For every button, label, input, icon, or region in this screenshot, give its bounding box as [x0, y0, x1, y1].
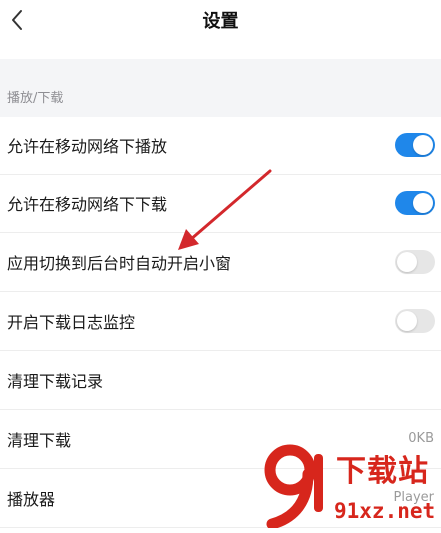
setting-label: 播放器: [7, 490, 56, 509]
page-title: 设置: [202, 11, 239, 32]
setting-label: 允许在移动网络下下载: [7, 195, 168, 214]
setting-row-background-mini-window[interactable]: 应用切换到后台时自动开启小窗: [0, 234, 441, 292]
toggle-knob: [413, 193, 433, 213]
toggle-mobile-play[interactable]: [395, 133, 435, 157]
setting-label: 清理下载: [7, 431, 72, 450]
setting-row-clear-download-records[interactable]: 清理下载记录: [0, 352, 441, 410]
setting-row-clear-downloads[interactable]: 清理下载 0KB: [0, 411, 441, 469]
section-header: 播放/下载: [0, 59, 441, 117]
setting-row-mobile-download[interactable]: 允许在移动网络下下载: [0, 175, 441, 233]
setting-row-download-log[interactable]: 开启下载日志监控: [0, 293, 441, 351]
player-value: Player: [393, 490, 434, 505]
setting-label: 允许在移动网络下播放: [7, 137, 168, 156]
toggle-download-log[interactable]: [395, 309, 435, 333]
cache-size-value: 0KB: [408, 431, 434, 446]
setting-label: 清理下载记录: [7, 372, 104, 391]
toggle-background-mini-window[interactable]: [395, 250, 435, 274]
toggle-knob: [397, 311, 417, 331]
toggle-mobile-download[interactable]: [395, 191, 435, 215]
setting-row-mobile-play[interactable]: 允许在移动网络下播放: [0, 117, 441, 175]
setting-row-player[interactable]: 播放器 Player: [0, 470, 441, 528]
section-label-playback-download: 播放/下载: [7, 91, 64, 106]
toggle-knob: [397, 252, 417, 272]
toggle-knob: [413, 135, 433, 155]
setting-label: 开启下载日志监控: [7, 313, 136, 332]
setting-label: 应用切换到后台时自动开启小窗: [7, 254, 232, 273]
top-bar: 设置: [0, 0, 441, 59]
